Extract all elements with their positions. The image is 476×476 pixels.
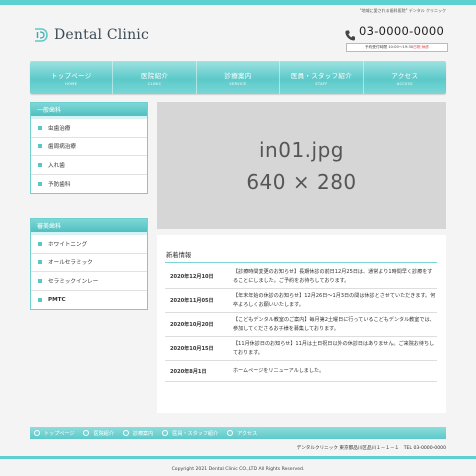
footer-accent-bar [0,456,476,459]
nav-access[interactable]: アクセス ACCESS [364,61,446,94]
footer-link-label: 医院紹介 [93,430,114,437]
sidebar-item-label: 歯周病治療 [48,144,76,151]
header-phone[interactable]: 03-0000-0000 [345,24,445,41]
global-nav: トップページ HOME 医院紹介 CLINIC 診療案内 SERVICE 医員・… [30,61,446,94]
sidebar-item-whitening[interactable]: ホワイトニング [31,235,147,254]
logo-text: Dental Clinic [54,27,150,43]
circle-bullet-icon [227,430,234,436]
sidebar-general-dentistry: 一般歯科 虫歯治療 歯周病治療 入れ歯 予防歯科 [30,102,148,194]
hours-text: 予約受付時間 10:00〜19:30 [364,45,414,49]
footer-link-label: トップページ [44,430,75,437]
news-date: 2020年11月05日 [170,298,214,304]
image-dimensions: 640 × 280 [246,169,357,194]
header-tagline: "地域に愛される歯科医院" デンタル クリニック [359,8,446,13]
nav-sublabel: STAFF [315,81,328,86]
sidebar-item-label: ホワイトニング [48,241,88,248]
sidebar-item-label: PMTC [48,296,66,303]
footer-link-clinic[interactable]: 医院紹介 [83,430,114,437]
circle-bullet-icon [34,430,40,436]
nav-sublabel: SERVICE [229,81,247,86]
sidebar-item-label: セラミックインレー [48,278,99,285]
footer-link-label: アクセス [237,430,258,437]
circle-bullet-icon [83,430,90,436]
square-bullet-icon [38,260,42,265]
tooth-icon [32,26,50,44]
sidebar-item-label: 予防歯科 [48,181,71,188]
sidebar-item-label: オールセラミック [48,260,93,267]
footer-address: デンタルクリニック 東京都品川区品川１－１－１ TEL 03-0000-0000 [296,446,446,451]
nav-home[interactable]: トップページ HOME [30,61,114,94]
footer-link-access[interactable]: アクセス [227,430,257,437]
footer-link-staff[interactable]: 医員・スタッフ紹介 [162,430,218,437]
nav-label: トップページ [50,71,92,80]
sidebar-item-preventive[interactable]: 予防歯科 [31,175,147,194]
footer-link-service[interactable]: 診療案内 [122,430,154,437]
sidebar-item-label: 虫歯治療 [48,125,71,132]
news-item[interactable]: 2020年10月20日 【こどもデンタル教室のご案内】毎月第2土曜日に行っている… [165,313,437,337]
circle-bullet-icon [162,430,169,436]
square-bullet-icon [38,278,42,283]
news-divider [165,262,437,263]
closed-days: 日祝 休診 [413,45,430,49]
news-item[interactable]: 2020年8月1日 ホームページをリニューアルしました。 [165,361,437,382]
news-date: 2020年10月20日 [170,322,214,328]
sidebar-heading: 一般歯科 [31,103,147,119]
news-item[interactable]: 2020年11月05日 【年末年始の休診のお知らせ】12月26日〜1月3日の間は… [165,289,437,313]
phone-number: 03-0000-0000 [359,24,445,38]
square-bullet-icon [38,125,42,130]
footer-link-home[interactable]: トップページ [34,430,74,437]
square-bullet-icon [38,144,42,149]
sidebar-item-ceramic-inlay[interactable]: セラミックインレー [31,272,147,291]
sidebar-item-all-ceramic[interactable]: オールセラミック [31,254,147,272]
news-text: 【年末年始の休診のお知らせ】12月26日〜1月3日の間は休診とさせていただきます… [233,293,436,308]
nav-label: アクセス [391,71,419,80]
nav-staff[interactable]: 医員・スタッフ紹介 STAFF [280,61,364,94]
sidebar-item-pmtc[interactable]: PMTC [31,291,147,310]
news-text: 【診療時間変更のお知らせ】長期休診の前日12月25日は、通常より1時間早く診療を… [233,269,433,284]
nav-label: 診療案内 [224,71,252,80]
news-date: 2020年10月15日 [170,346,214,352]
nav-sublabel: HOME [65,81,78,86]
top-accent-bar [0,0,476,5]
nav-sublabel: ACCESS [396,81,413,86]
phone-icon [345,26,355,41]
sidebar-item-periodontal[interactable]: 歯周病治療 [31,138,147,156]
circle-bullet-icon [122,430,129,436]
square-bullet-icon [38,241,42,246]
news-date: 2020年8月1日 [170,368,207,375]
sidebar-item-cavity[interactable]: 虫歯治療 [31,119,147,138]
sidebar-aesthetic-dentistry: 審美歯科 ホワイトニング オールセラミック セラミックインレー PMTC [30,218,148,310]
news-text: 【こどもデンタル教室のご案内】毎月第2土曜日に行っているこどもデンタル教室では、… [233,317,435,332]
nav-label: 医員・スタッフ紹介 [290,71,353,80]
sidebar-heading: 審美歯科 [31,219,147,235]
news-item[interactable]: 2020年12月10日 【診療時間変更のお知らせ】長期休診の前日12月25日は、… [165,265,437,289]
square-bullet-icon [38,297,42,302]
nav-sublabel: CLINIC [147,81,162,86]
sidebar-item-dentures[interactable]: 入れ歯 [31,156,147,175]
nav-label: 医院紹介 [141,71,169,80]
square-bullet-icon [38,181,42,186]
sidebar-item-label: 入れ歯 [48,162,65,169]
news-text: ホームページをリニューアルしました。 [233,367,325,374]
footer-link-label: 診療案内 [132,430,154,437]
news-text: 【11月休診日のお知らせ】11月は土日祝日以外の休診日はありません。ご来院お待ち… [233,341,435,356]
news-date: 2020年12月10日 [170,274,214,280]
footer-link-label: 医員・スタッフ紹介 [172,430,219,437]
copyright: Copyright 2021 Dental Clinic CO.,LTD All… [171,467,305,472]
main-image-placeholder: in01.jpg 640 × 280 [157,102,446,229]
nav-clinic[interactable]: 医院紹介 CLINIC [113,61,197,94]
news-heading: 新着情報 [166,252,192,259]
square-bullet-icon [38,162,42,167]
news-item[interactable]: 2020年10月15日 【11月休診日のお知らせ】11月は土日祝日以外の休診日は… [165,337,437,361]
nav-service[interactable]: 診療案内 SERVICE [197,61,281,94]
news-section: 新着情報 2020年12月10日 【診療時間変更のお知らせ】長期休診の前日12月… [157,235,446,413]
news-list: 2020年12月10日 【診療時間変更のお知らせ】長期休診の前日12月25日は、… [165,265,437,382]
footer-nav: トップページ 医院紹介 診療案内 医員・スタッフ紹介 アクセス [30,427,446,439]
reception-hours: 予約受付時間 10:00〜19:30 日祝 休診 [346,43,448,52]
site-logo[interactable]: Dental Clinic [32,26,149,44]
image-filename: in01.jpg [259,137,344,162]
